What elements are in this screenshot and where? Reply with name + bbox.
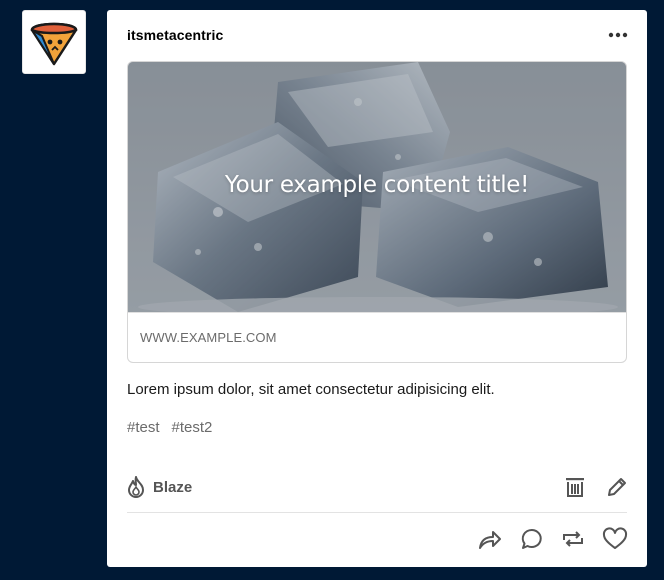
post-body-text: Lorem ipsum dolor, sit amet consectetur … <box>127 381 495 398</box>
tag-link[interactable]: #test <box>127 419 160 436</box>
blaze-icon <box>128 476 144 498</box>
share-icon <box>479 531 501 549</box>
like-icon <box>602 527 628 549</box>
reply-icon <box>521 528 542 549</box>
blaze-button[interactable]: Blaze <box>125 475 192 499</box>
link-footer: WWW.EXAMPLE.COM <box>128 312 626 362</box>
avatar[interactable] <box>22 10 86 74</box>
post-username[interactable]: itsmetacentric <box>127 27 223 43</box>
blaze-label: Blaze <box>153 478 193 496</box>
link-title: Your example content title! <box>224 172 530 198</box>
edit-icon <box>608 478 626 496</box>
avatar-icon <box>30 22 78 66</box>
delete-icon <box>566 478 584 497</box>
more-icon <box>608 32 628 38</box>
link-preview-card[interactable]: Your example content title! WWW.EXAMPLE.… <box>127 61 627 363</box>
post-card: itsmetacentric Your example content titl… <box>107 10 647 567</box>
reblog-button[interactable] <box>560 526 586 552</box>
edit-button[interactable] <box>604 474 630 500</box>
delete-button[interactable] <box>563 474 587 500</box>
like-button[interactable] <box>601 526 629 552</box>
link-preview-image: Your example content title! <box>128 62 626 312</box>
share-button[interactable] <box>477 526 503 552</box>
post-tags: #test #test2 <box>127 419 212 436</box>
link-url: WWW.EXAMPLE.COM <box>140 330 277 345</box>
reblog-icon <box>563 531 583 547</box>
tag-link[interactable]: #test2 <box>172 419 213 436</box>
reply-button[interactable] <box>519 526 545 552</box>
more-options-button[interactable] <box>607 26 629 44</box>
footer-divider <box>127 512 627 513</box>
